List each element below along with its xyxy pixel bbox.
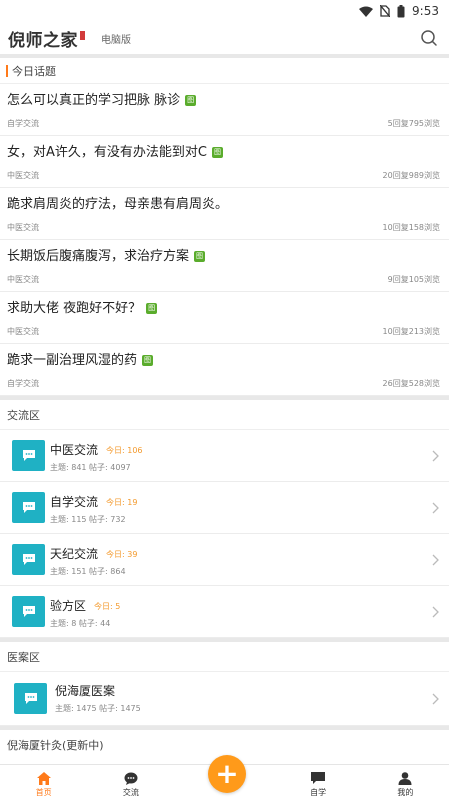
topic-stats: 10回复158浏览 — [382, 223, 440, 232]
chat-bubble-icon — [124, 772, 138, 785]
picture-badge-icon: 图 — [194, 251, 206, 262]
chevron-right-icon — [432, 606, 439, 617]
tab-label: 自学 — [310, 788, 327, 797]
forum-stats: 主题: 841 帖子: 4097 — [50, 462, 131, 472]
forum-today-count: 今日: 39 — [106, 549, 138, 559]
status-time: 9:53 — [412, 4, 439, 18]
no-sim-icon — [380, 5, 391, 17]
topic-stats: 9回复105浏览 — [387, 275, 440, 284]
tab-exchange[interactable]: 交流 — [101, 772, 161, 798]
topic-item[interactable]: 求助大佬 夜跑好不好？ 图 中医交流 10回复213浏览 — [0, 292, 449, 344]
topic-item[interactable]: 长期饭后腹痛腹泻，求治疗方案图 中医交流 9回复105浏览 — [0, 240, 449, 292]
picture-badge-icon: 图 — [185, 95, 197, 106]
app-logo-mark — [80, 30, 85, 40]
forum-item-tcm-exchange[interactable]: 中医交流 今日: 106 主题: 841 帖子: 4097 — [0, 430, 449, 482]
chevron-right-icon — [432, 693, 439, 704]
forum-chat-icon — [12, 440, 45, 471]
topic-stats: 20回复989浏览 — [382, 171, 440, 180]
battery-icon — [397, 4, 405, 17]
app-title-text: 倪师之家 — [8, 30, 78, 51]
today-topics-heading: 今日话题 — [0, 58, 449, 84]
desktop-version-link[interactable]: 电脑版 — [101, 31, 131, 46]
forum-stats: 主题: 8 帖子: 44 — [50, 618, 111, 628]
tab-label: 我的 — [397, 788, 414, 797]
forum-stats: 主题: 1475 帖子: 1475 — [55, 704, 141, 713]
forum-name: 天纪交流 — [50, 546, 99, 561]
tab-mine[interactable]: 我的 — [375, 772, 435, 798]
tab-self-study[interactable]: 自学 — [288, 772, 348, 798]
chevron-right-icon — [432, 502, 439, 513]
forum-chat-icon — [14, 683, 47, 714]
picture-badge-icon: 图 — [146, 303, 158, 314]
tab-label: 首页 — [35, 788, 52, 797]
forum-today-count: 今日: 106 — [106, 445, 143, 455]
forum-name: 自学交流 — [50, 494, 99, 509]
topic-title: 女，对A许久，有没有办法能到对C — [7, 145, 207, 160]
person-icon — [398, 772, 412, 785]
forum-chat-icon — [12, 544, 45, 575]
topic-item[interactable]: 怎么可以真正的学习把脉 脉诊图 自学交流 5回复795浏览 — [0, 84, 449, 136]
exchange-area-heading: 交流区 — [0, 400, 449, 430]
forum-item-prescriptions[interactable]: 验方区 今日: 5 主题: 8 帖子: 44 — [0, 586, 449, 638]
topic-category: 自学交流 — [7, 119, 39, 128]
search-icon[interactable] — [419, 28, 439, 48]
tab-label: 交流 — [122, 788, 139, 797]
topic-category: 中医交流 — [7, 223, 39, 232]
forum-chat-icon — [12, 596, 45, 627]
wifi-icon — [359, 6, 374, 17]
forum-item-ni-haixia-cases[interactable]: 倪海厦医案 主题: 1475 帖子: 1475 — [0, 672, 449, 726]
forum-item-tianji[interactable]: 天纪交流 今日: 39 主题: 151 帖子: 864 — [0, 534, 449, 586]
topic-title: 求助大佬 夜跑好不好？ — [7, 301, 142, 316]
chat-square-icon — [311, 772, 326, 784]
forum-item-self-study[interactable]: 自学交流 今日: 19 主题: 115 帖子: 732 — [0, 482, 449, 534]
forum-name: 验方区 — [50, 598, 87, 613]
app-header: 倪师之家 电脑版 — [0, 22, 449, 54]
topic-title: 长期饭后腹痛腹泻，求治疗方案 — [7, 249, 190, 264]
forum-name: 倪海厦医案 — [55, 684, 116, 698]
topic-stats: 5回复795浏览 — [387, 119, 440, 128]
tab-home[interactable]: 首页 — [14, 772, 74, 798]
chevron-right-icon — [432, 554, 439, 565]
topic-item[interactable]: 女，对A许久，有没有办法能到对C 图 中医交流 20回复989浏览 — [0, 136, 449, 188]
forum-today-count: 今日: 5 — [94, 601, 121, 611]
topic-item[interactable]: 跪求肩周炎的疗法，母亲患有肩周炎。 中医交流 10回复158浏览 — [0, 188, 449, 240]
chevron-right-icon — [432, 450, 439, 461]
today-topics-list: 怎么可以真正的学习把脉 脉诊图 自学交流 5回复795浏览 女，对A许久，有没有办… — [0, 84, 449, 396]
case-area-heading: 医案区 — [0, 642, 449, 672]
forum-stats: 主题: 151 帖子: 864 — [50, 566, 126, 576]
forum-stats: 主题: 115 帖子: 732 — [50, 514, 126, 524]
topic-stats: 10回复213浏览 — [382, 327, 440, 336]
topic-item[interactable]: 跪求一副治理风湿的药图 自学交流 26回复528浏览 — [0, 344, 449, 396]
section-accent-bar — [6, 64, 8, 77]
topic-category: 中医交流 — [7, 327, 39, 336]
forum-chat-icon — [12, 492, 45, 523]
topic-category: 自学交流 — [7, 379, 39, 388]
forum-today-count: 今日: 19 — [106, 497, 138, 507]
today-topics-heading-text: 今日话题 — [12, 64, 56, 78]
app-title: 倪师之家 — [8, 26, 85, 51]
new-post-button[interactable]: + — [208, 755, 246, 793]
topic-title: 怎么可以真正的学习把脉 脉诊 — [7, 93, 181, 108]
status-bar: 9:53 — [0, 0, 449, 22]
topic-stats: 26回复528浏览 — [382, 379, 440, 388]
home-icon — [36, 772, 51, 785]
forum-name: 中医交流 — [50, 442, 99, 457]
topic-category: 中医交流 — [7, 171, 39, 180]
topic-category: 中医交流 — [7, 275, 39, 284]
picture-badge-icon: 图 — [211, 147, 223, 158]
topic-title: 跪求肩周炎的疗法，母亲患有肩周炎。 — [7, 197, 229, 212]
topic-title: 跪求一副治理风湿的药 — [7, 353, 138, 368]
picture-badge-icon: 图 — [142, 355, 154, 366]
